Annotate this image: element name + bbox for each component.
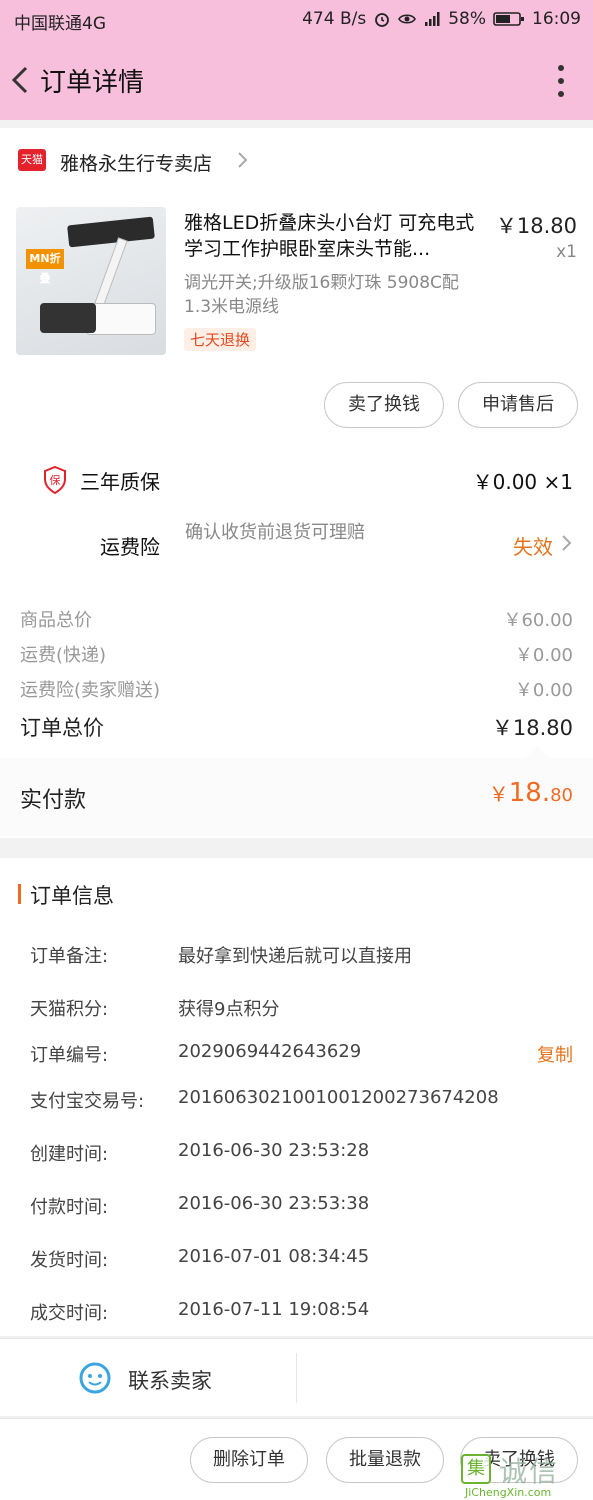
carrier-label: 中国联通4G: [14, 14, 106, 34]
paid-currency: ￥: [488, 782, 509, 806]
order-card: 天猫 雅格永生行专卖店 MN折叠 雅格LED折叠床头小台灯 可充电式学习工作护眼…: [0, 128, 593, 838]
paid-decimal: 80: [550, 785, 573, 806]
network-speed: 474 B/s: [302, 9, 367, 29]
notch-shape: [525, 746, 549, 758]
warranty-shield-icon: 保: [44, 465, 66, 495]
info-key: 付款时间:: [30, 1197, 109, 1218]
product-spec: 调光开关;升级版16颗灯珠 5908C配1.3米电源线: [184, 273, 459, 317]
info-value: 2016-07-11 19:08:54: [178, 1299, 370, 1320]
back-icon[interactable]: [6, 62, 34, 98]
info-key: 发货时间:: [30, 1250, 109, 1271]
contact-seller-row[interactable]: 联系卖家: [0, 1338, 593, 1416]
signal-icon: [425, 12, 440, 26]
shipping-insurance-status[interactable]: 失效: [513, 531, 553, 560]
warranty-value: ￥0.00 ×1: [472, 470, 573, 494]
summary-label: 运费险(卖家赠送): [20, 680, 161, 701]
order-total-row: 订单总价 ￥18.80: [20, 712, 573, 742]
return-badge: 七天退换: [184, 328, 257, 351]
watermark-logo: 集: [461, 1454, 491, 1484]
order-total-label: 订单总价: [20, 716, 104, 740]
info-value: 2029069442643629: [178, 1041, 362, 1062]
battery-icon: [493, 12, 524, 26]
paid-label: 实付款: [20, 788, 87, 813]
warranty-label: 三年质保: [80, 470, 160, 494]
info-key: 支付宝交易号:: [30, 1091, 145, 1112]
info-key: 订单备注:: [30, 946, 109, 967]
eye-icon: [398, 14, 417, 24]
summary-row: 商品总价 ￥60.00: [20, 606, 573, 632]
copy-button[interactable]: 复制: [537, 1041, 573, 1067]
page-title: 订单详情: [40, 68, 145, 98]
lamp-head-shape: [67, 216, 155, 248]
chat-face-icon: [79, 1362, 111, 1394]
info-value: 2016-06-30 23:53:38: [178, 1193, 370, 1214]
paid-row: 实付款 ￥18.80: [0, 746, 593, 836]
watermark-url: JiChengXin.com: [465, 1486, 552, 1499]
product-quantity: x1: [556, 242, 577, 262]
batch-refund-button[interactable]: 批量退款: [326, 1437, 444, 1483]
info-key: 天猫积分:: [30, 999, 109, 1020]
info-value: 2016-07-01 08:34:45: [178, 1246, 370, 1267]
lamp-arm-shape: [94, 237, 128, 307]
info-key: 创建时间:: [30, 1144, 109, 1165]
order-info-heading: 订单信息: [30, 884, 114, 908]
info-value: 2016-06-30 23:53:28: [178, 1140, 370, 1161]
info-key: 订单编号:: [30, 1045, 109, 1066]
more-icon[interactable]: [557, 64, 565, 98]
info-value: 获得9点积分: [178, 999, 280, 1020]
lamp-base-shape: [86, 303, 156, 335]
chevron-right-icon[interactable]: [561, 533, 573, 553]
watermark: 集 诚信 JiChengXin.com: [461, 1450, 585, 1499]
info-value: 最好拿到快递后就可以直接用: [178, 946, 412, 967]
shipping-insurance-label: 运费险: [100, 535, 160, 559]
summary-value: ￥0.00: [514, 680, 573, 701]
summary-row: 运费(快递) ￥0.00: [20, 641, 573, 667]
clock: 16:09: [532, 9, 581, 29]
delete-order-button[interactable]: 删除订单: [190, 1437, 308, 1483]
divider: [296, 1353, 297, 1403]
battery-percent: 58%: [448, 9, 486, 29]
section-accent-bar: [18, 884, 21, 904]
summary-label: 商品总价: [20, 610, 92, 631]
info-key: 成交时间:: [30, 1303, 109, 1324]
paid-integer: 18.: [508, 778, 551, 808]
shop-name[interactable]: 雅格永生行专卖店: [60, 149, 212, 176]
info-value: 2016063021001001200273674208: [178, 1087, 499, 1108]
app-bar: 订单详情: [0, 40, 593, 120]
summary-value: ￥60.00: [503, 610, 573, 631]
product-title[interactable]: 雅格LED折叠床头小台灯 可充电式学习工作护眼卧室床头节能...: [184, 210, 484, 262]
product-price: ￥18.80: [495, 214, 577, 238]
status-right: 474 B/s 58% 16:09: [302, 9, 581, 29]
summary-row: 运费险(卖家赠送) ￥0.00: [20, 676, 573, 702]
paid-amount: ￥18.80: [489, 778, 573, 808]
shop-row[interactable]: 天猫 雅格永生行专卖店: [0, 128, 593, 192]
warranty-icon-text: 保: [50, 473, 61, 487]
lamp-box-shape: [40, 303, 96, 333]
summary-label: 运费(快递): [20, 645, 107, 666]
alarm-icon: [375, 13, 390, 27]
apply-after-sale-button[interactable]: 申请售后: [458, 382, 578, 428]
sell-for-cash-button[interactable]: 卖了换钱: [324, 382, 444, 428]
summary-value: ￥0.00: [514, 645, 573, 666]
product-image[interactable]: MN折叠: [16, 207, 166, 355]
order-info-section: 订单信息 订单备注: 最好拿到快递后就可以直接用 天猫积分: 获得9点积分 订单编号…: [0, 858, 593, 1336]
tmall-logo: 天猫: [18, 149, 46, 171]
chevron-right-icon: [238, 152, 248, 168]
status-bar: 中国联通4G 474 B/s 58% 16:09: [0, 0, 593, 40]
order-total-value: ￥18.80: [491, 716, 573, 740]
product-image-tag: MN折叠: [26, 249, 64, 285]
shipping-insurance-desc: 确认收货前退货可理赔: [185, 522, 365, 543]
watermark-text: 诚信: [499, 1455, 560, 1488]
contact-seller-label[interactable]: 联系卖家: [128, 1365, 212, 1395]
